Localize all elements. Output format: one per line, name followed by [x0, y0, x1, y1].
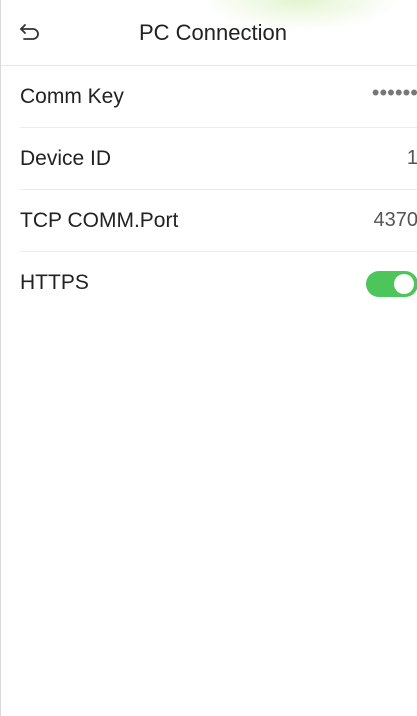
- https-label: HTTPS: [20, 271, 89, 294]
- comm-key-row[interactable]: Comm Key ••••••: [1, 66, 417, 128]
- comm-key-value: ••••••: [371, 80, 417, 105]
- device-id-value: 1: [406, 147, 417, 169]
- device-id-row[interactable]: Device ID 1: [1, 128, 417, 190]
- back-button[interactable]: [15, 20, 45, 48]
- header-bar: PC Connection: [1, 0, 417, 66]
- toggle-knob: [394, 274, 414, 294]
- back-arrow-icon: [19, 22, 41, 47]
- comm-key-label: Comm Key: [20, 85, 124, 108]
- page-title: PC Connection: [139, 20, 287, 45]
- tcp-port-label: TCP COMM.Port: [20, 209, 179, 232]
- https-row[interactable]: HTTPS: [1, 252, 417, 314]
- tcp-port-value: 4370: [373, 209, 417, 231]
- device-id-label: Device ID: [20, 147, 112, 170]
- tcp-port-row[interactable]: TCP COMM.Port 4370: [1, 190, 417, 252]
- https-toggle[interactable]: [366, 271, 417, 297]
- pc-connection-screen: PC Connection Comm Key •••••• Device ID …: [0, 0, 417, 716]
